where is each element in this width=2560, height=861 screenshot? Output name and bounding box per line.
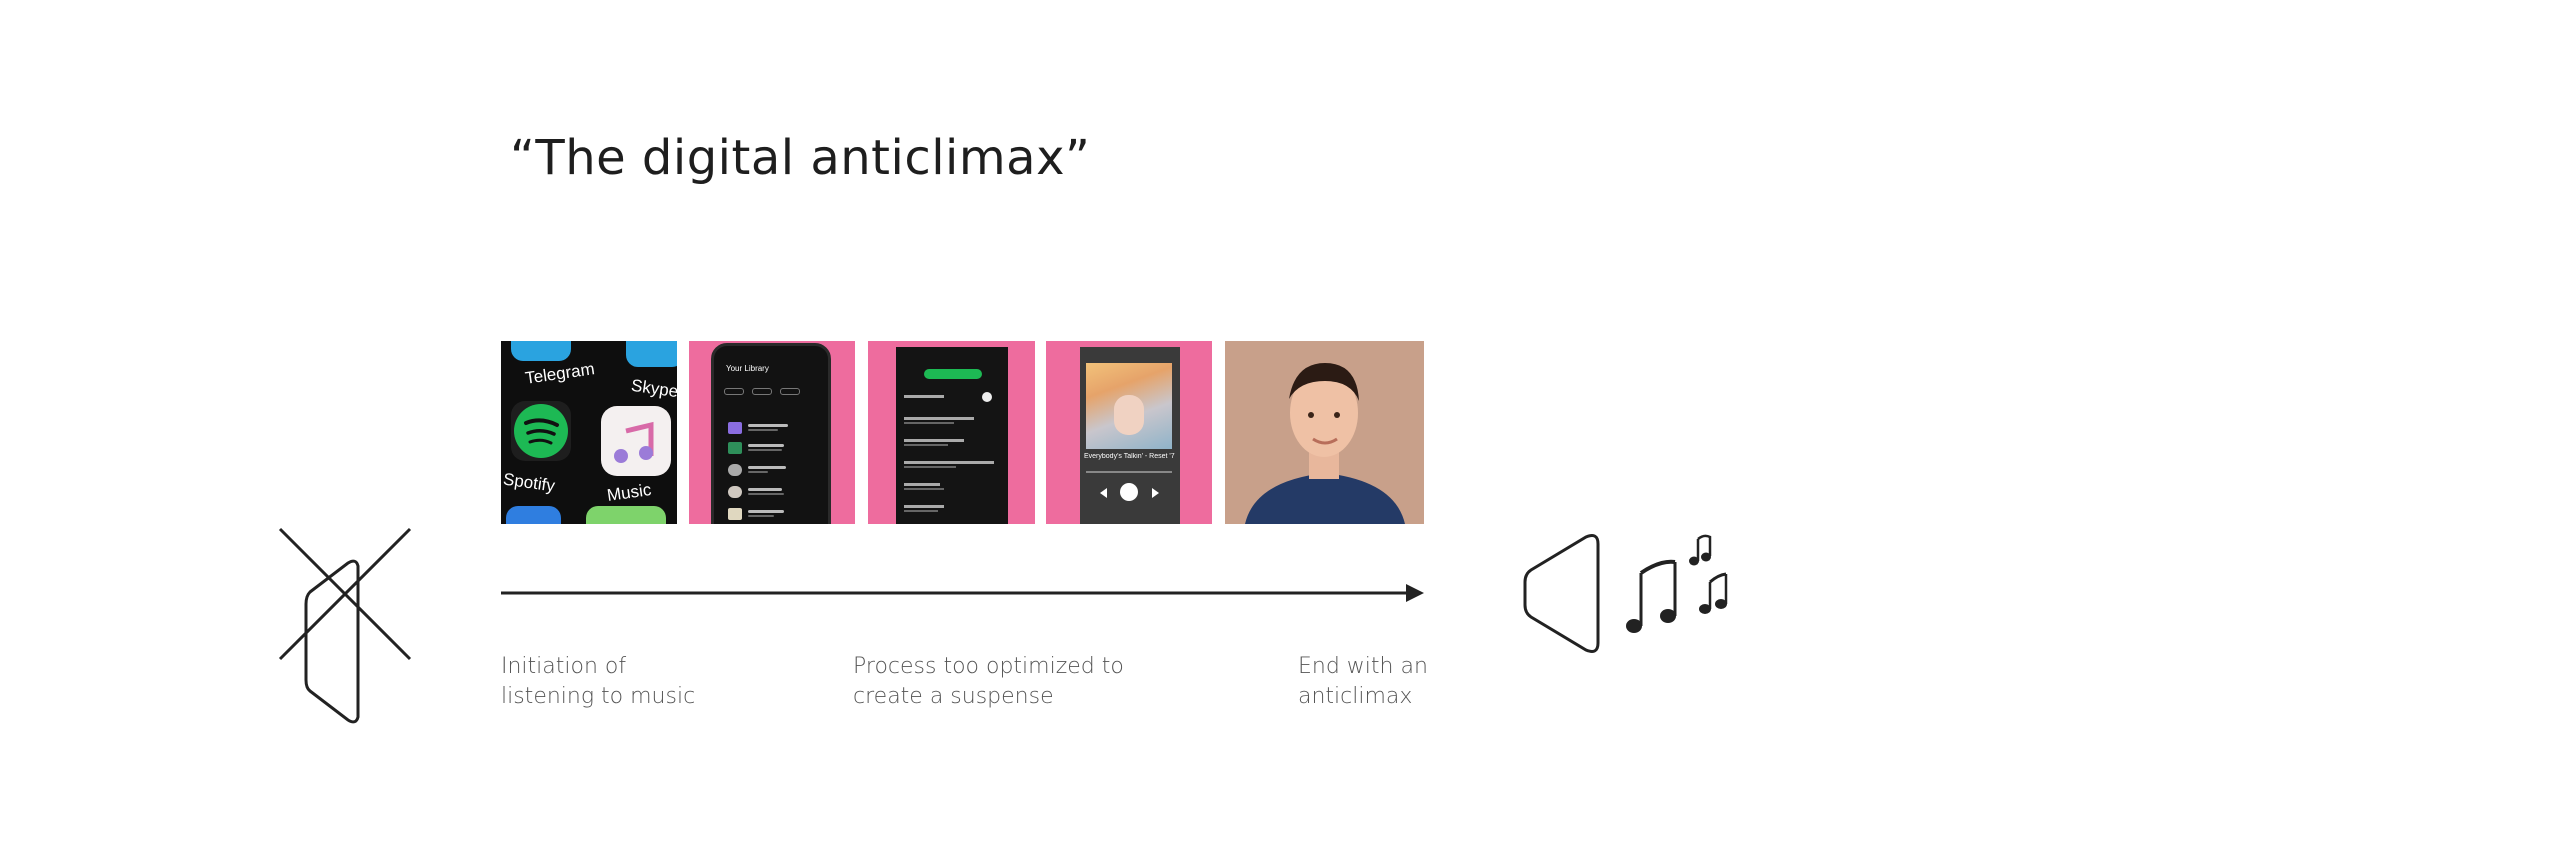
step-label-initiation: Initiation of listening to music bbox=[501, 654, 696, 709]
prev-button[interactable] bbox=[1100, 488, 1107, 498]
library-header: Your Library bbox=[726, 364, 769, 373]
step-label-process: Process too optimized to create a suspen… bbox=[853, 654, 1124, 709]
phone-screen bbox=[896, 347, 1008, 524]
song-title: Everybody's Talkin' - Reset '7 bbox=[1084, 453, 1175, 460]
timeline-arrow bbox=[501, 584, 1424, 602]
speaker-icon bbox=[1523, 534, 1600, 653]
player-screen: Everybody's Talkin' - Reset '7 bbox=[1080, 347, 1180, 524]
music-notes-icon bbox=[1626, 534, 1728, 633]
step-label-end: End with an anticlimax bbox=[1298, 654, 1428, 709]
album-art bbox=[1086, 363, 1172, 449]
playlist-screen-photo bbox=[868, 341, 1035, 524]
page-title: “The digital anticlimax” bbox=[510, 130, 1091, 186]
next-button[interactable] bbox=[1152, 488, 1159, 498]
play-pause-button[interactable] bbox=[1120, 483, 1138, 501]
mute-speaker-icon bbox=[278, 527, 412, 724]
library-phone-photo: Your Library bbox=[689, 341, 855, 524]
portrait-photo bbox=[1225, 341, 1424, 524]
portrait-graphic bbox=[1245, 363, 1405, 524]
now-playing-photo: Everybody's Talkin' - Reset '7 bbox=[1046, 341, 1212, 524]
app-icons-photo: Telegram Skype Spotify Music bbox=[501, 341, 677, 524]
phone-device: Your Library bbox=[711, 343, 831, 524]
